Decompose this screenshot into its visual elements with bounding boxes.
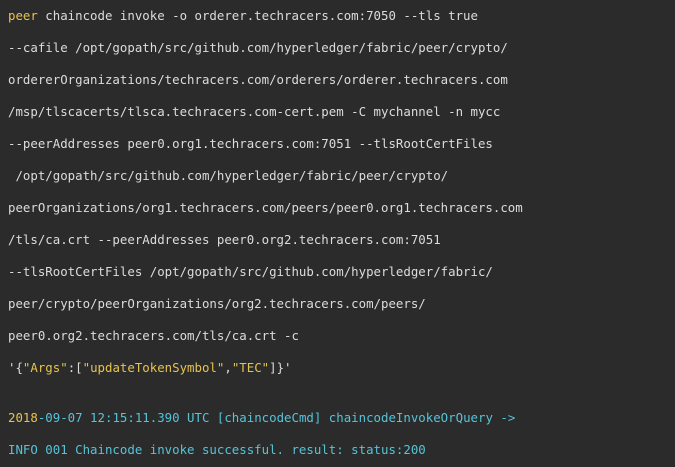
- info-result-line: INFO 001 Chaincode invoke successful. re…: [8, 442, 426, 457]
- peer-keyword: peer: [8, 8, 38, 23]
- log-year: 2018: [8, 410, 38, 425]
- args-open: '{: [8, 360, 23, 375]
- args-key: "Args": [22, 360, 68, 375]
- terminal-window[interactable]: peer chaincode invoke -o orderer.techrac…: [0, 0, 675, 467]
- command-line-2: --cafile /opt/gopath/src/github.com/hype…: [8, 40, 508, 55]
- command-text: chaincode invoke -o orderer.techracers.c…: [37, 8, 478, 23]
- command-line-10: peer/crypto/peerOrganizations/org2.techr…: [8, 296, 426, 311]
- command-line-8: /tls/ca.crt --peerAddresses peer0.org2.t…: [8, 232, 441, 247]
- args-close: ]}': [269, 360, 292, 375]
- command-line-7: peerOrganizations/org1.techracers.com/pe…: [8, 200, 523, 215]
- args-json-line: '{"Args":["updateTokenSymbol","TEC"]}': [8, 360, 292, 376]
- command-line-9: --tlsRootCertFiles /opt/gopath/src/githu…: [8, 264, 493, 279]
- command-line-3: ordererOrganizations/techracers.com/orde…: [8, 72, 508, 87]
- args-colon-bracket: :[: [67, 360, 83, 375]
- command-line-11: peer0.org2.techracers.com/tls/ca.crt -c: [8, 328, 299, 343]
- command-line-6: /opt/gopath/src/github.com/hyperledger/f…: [8, 168, 449, 183]
- command-line-4: /msp/tlscacerts/tlsca.techracers.com-cer…: [8, 104, 501, 119]
- log-timestamp: -09-07 12:15:11.390 UTC: [37, 410, 210, 425]
- args-value-2: "TEC": [231, 360, 270, 375]
- command-line-5: --peerAddresses peer0.org1.techracers.co…: [8, 136, 493, 151]
- log-module: [chaincodeCmd] chaincodeInvokeOrQuery ->: [216, 410, 516, 425]
- args-value-1: "updateTokenSymbol": [82, 360, 225, 375]
- log-line: 2018-09-07 12:15:11.390 UTC [chaincodeCm…: [8, 410, 515, 426]
- args-comma: ,: [224, 360, 232, 375]
- command-line-1: peer chaincode invoke -o orderer.techrac…: [8, 8, 478, 24]
